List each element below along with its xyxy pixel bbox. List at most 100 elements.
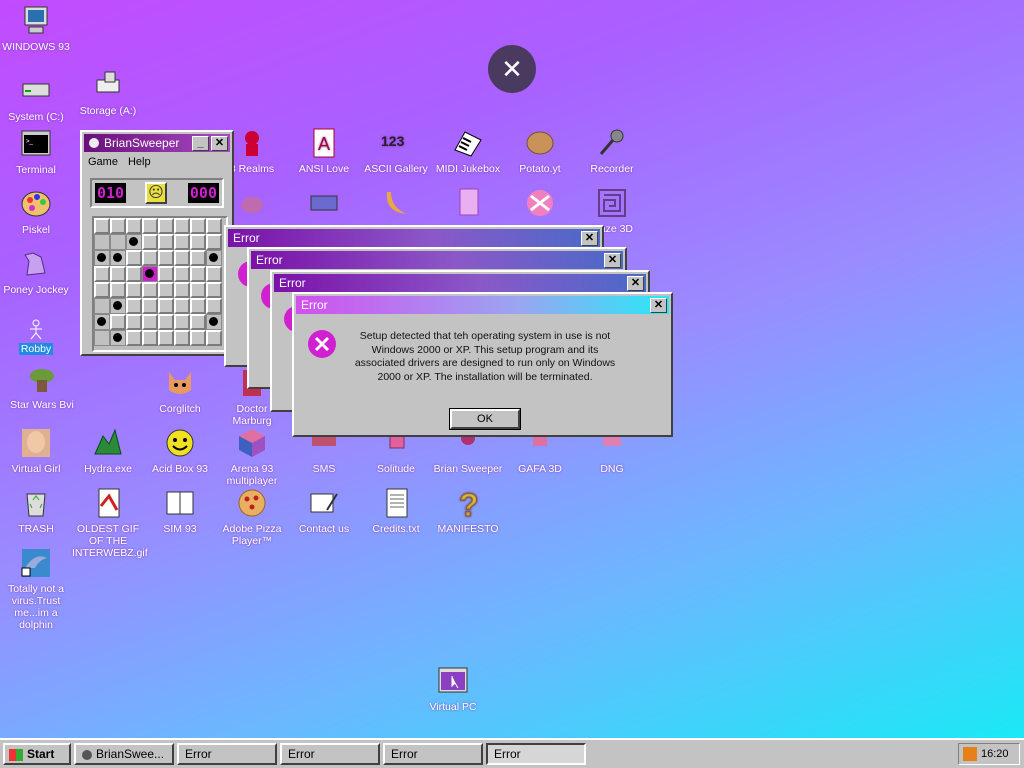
close-button[interactable]: ✕: [627, 275, 644, 291]
desktop-icon-keyboard[interactable]: [288, 186, 360, 223]
ok-button[interactable]: OK: [449, 408, 521, 430]
cell[interactable]: [126, 282, 142, 298]
cell[interactable]: [110, 218, 126, 234]
menu-game[interactable]: Game: [88, 156, 118, 168]
taskbar-item-error-2[interactable]: Error: [280, 743, 380, 765]
cell[interactable]: [126, 266, 142, 282]
desktop-icon-credits[interactable]: Credits.txt: [360, 486, 432, 535]
cell[interactable]: [94, 266, 110, 282]
desktop-icon-ansilove[interactable]: A ANSI Love: [288, 126, 360, 175]
close-button[interactable]: ✕: [650, 297, 667, 313]
cell[interactable]: [174, 234, 190, 250]
desktop-icon-dolphin[interactable]: Totally not a virus.Trust me...im a dolp…: [0, 546, 72, 631]
briansweeper-window[interactable]: BrianSweeper _ ✕ Game Help 010 ☹ 000: [80, 130, 234, 356]
desktop-icon-trash[interactable]: TRASH: [0, 486, 72, 535]
rss-icon[interactable]: [963, 747, 977, 762]
cell[interactable]: [174, 250, 190, 266]
close-overlay-button[interactable]: ✕: [488, 45, 536, 93]
desktop-icon-contact[interactable]: Contact us: [288, 486, 360, 535]
cell[interactable]: [158, 314, 174, 330]
desktop-icon-corglitch[interactable]: Corglitch: [144, 366, 216, 415]
taskbar-item-error-4[interactable]: Error: [486, 743, 586, 765]
desktop-icon-recorder[interactable]: Recorder: [576, 126, 648, 175]
cell[interactable]: [142, 298, 158, 314]
desktop-icon-banana[interactable]: [360, 186, 432, 223]
cell[interactable]: [126, 250, 142, 266]
cell[interactable]: [158, 330, 174, 346]
cell[interactable]: [206, 298, 222, 314]
cell[interactable]: [94, 218, 110, 234]
cell[interactable]: [158, 266, 174, 282]
cell[interactable]: [190, 250, 206, 266]
cell[interactable]: [110, 314, 126, 330]
cell[interactable]: [174, 314, 190, 330]
cell[interactable]: [206, 266, 222, 282]
desktop-icon-acidbox[interactable]: Acid Box 93: [144, 426, 216, 475]
taskbar-item-briansweeper[interactable]: BrianSwee...: [74, 743, 174, 765]
desktop-icon-document[interactable]: [432, 186, 504, 223]
desktop-icon-robby[interactable]: Robby: [0, 318, 72, 355]
cell[interactable]: [142, 314, 158, 330]
desktop-icon-poney[interactable]: Poney Jockey: [0, 247, 72, 296]
cell[interactable]: [190, 314, 206, 330]
taskbar-item-error-3[interactable]: Error: [383, 743, 483, 765]
cell[interactable]: [190, 282, 206, 298]
desktop-icon-ascii[interactable]: 123 ASCII Gallery: [360, 126, 432, 175]
desktop-icon-terminal[interactable]: >_ Terminal: [0, 127, 72, 176]
cell[interactable]: [110, 282, 126, 298]
desktop-icon-sim93[interactable]: SIM 93: [144, 486, 216, 535]
face-button[interactable]: ☹: [145, 182, 167, 204]
cell[interactable]: [206, 218, 222, 234]
cell[interactable]: [174, 218, 190, 234]
desktop-icon-manifesto[interactable]: ? MANIFESTO: [432, 486, 504, 536]
cell[interactable]: [190, 266, 206, 282]
desktop-icon-windows93[interactable]: WINDOWS 93: [0, 4, 72, 53]
desktop-icon-potato[interactable]: Potato.yt: [504, 126, 576, 175]
desktop-icon-arena[interactable]: Arena 93 multiplayer: [216, 426, 288, 487]
desktop-icon-pizza[interactable]: Adobe Pizza Player™: [216, 486, 288, 547]
close-button[interactable]: ✕: [581, 230, 598, 246]
cell[interactable]: [94, 282, 110, 298]
title-bar[interactable]: Error ✕: [251, 251, 623, 269]
title-bar[interactable]: Error ✕: [274, 274, 646, 292]
mine-grid[interactable]: [92, 216, 228, 352]
desktop-icon-storage[interactable]: Storage (A:): [72, 68, 144, 117]
close-button[interactable]: ✕: [211, 135, 228, 151]
close-button[interactable]: ✕: [604, 252, 621, 268]
cell[interactable]: [126, 298, 142, 314]
title-bar[interactable]: Error ✕: [228, 229, 600, 247]
desktop-icon-system[interactable]: System (C:): [0, 74, 72, 123]
desktop-icon-virtualgirl[interactable]: Virtual Girl: [0, 426, 72, 475]
cell[interactable]: [174, 298, 190, 314]
minimize-button[interactable]: _: [192, 135, 209, 151]
cell[interactable]: [190, 298, 206, 314]
desktop-icon-midi[interactable]: MIDI Jukebox: [432, 126, 504, 175]
cell[interactable]: [190, 218, 206, 234]
title-bar[interactable]: Error ✕: [296, 296, 669, 314]
cell[interactable]: [126, 330, 142, 346]
cell[interactable]: [206, 234, 222, 250]
cell[interactable]: [110, 266, 126, 282]
desktop-icon-oldestgif[interactable]: OLDEST GIF OF THE INTERWEBZ.gif: [72, 486, 148, 559]
cell[interactable]: [142, 234, 158, 250]
cell[interactable]: [206, 330, 222, 346]
desktop-icon-starwars[interactable]: Star Wars Bvi: [6, 362, 78, 411]
taskbar-item-error-1[interactable]: Error: [177, 743, 277, 765]
cell[interactable]: [190, 330, 206, 346]
menu-help[interactable]: Help: [128, 156, 151, 168]
cell[interactable]: [126, 218, 142, 234]
cell[interactable]: [158, 250, 174, 266]
cell[interactable]: [174, 330, 190, 346]
cell[interactable]: [174, 266, 190, 282]
cell[interactable]: [126, 314, 142, 330]
cell[interactable]: [142, 282, 158, 298]
cell[interactable]: [158, 218, 174, 234]
cell[interactable]: [190, 234, 206, 250]
cell[interactable]: [158, 234, 174, 250]
start-button[interactable]: Start: [3, 743, 71, 765]
desktop-icon-virtualpc[interactable]: Virtual PC: [417, 664, 489, 713]
cell[interactable]: [206, 282, 222, 298]
cell[interactable]: [142, 250, 158, 266]
desktop-icon-ball[interactable]: [504, 186, 576, 223]
title-bar[interactable]: BrianSweeper _ ✕: [84, 134, 230, 152]
